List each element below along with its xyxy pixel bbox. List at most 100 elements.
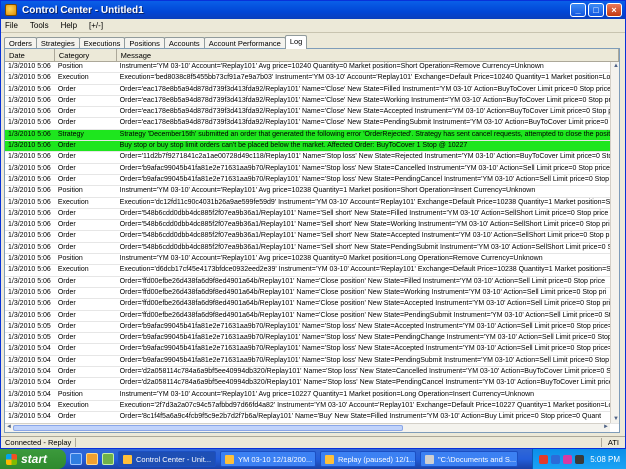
- cell-message: Order='548b6cdd0dbb4dc885f2f07ea9b36a1/R…: [119, 243, 619, 251]
- table-row[interactable]: 1/3/2010 5:06 Order Order='ffd00efbe26d438…: [5, 311, 619, 322]
- tab-log[interactable]: Log: [284, 35, 308, 49]
- cell-date: 1/3/2010 5:06: [8, 153, 51, 161]
- table-row[interactable]: 1/3/2010 5:06 Execution Execution='d6dcb17…: [5, 265, 619, 277]
- table-row[interactable]: 1/3/2010 5:04 Order Order='b9afac99045b41f…: [5, 356, 619, 368]
- horizontal-scrollbar[interactable]: ◄ ►: [5, 423, 610, 432]
- cell-date: 1/3/2010 5:06: [8, 85, 51, 93]
- table-row[interactable]: 1/3/2010 5:06 Order Order='548b6cdd0dbb4dc…: [5, 243, 619, 255]
- start-label: start: [21, 452, 48, 466]
- table-row[interactable]: 1/3/2010 5:06 Order Order='11d2b7f9271841c…: [5, 152, 619, 164]
- cell-message: Execution='2f7d3a2a07c94c57afbbd97d66fd4…: [119, 401, 613, 409]
- scroll-up-icon[interactable]: ▲: [613, 63, 619, 69]
- table-row[interactable]: 1/3/2010 5:06 Order Order='b9afac99045b41f…: [5, 175, 619, 187]
- header-date[interactable]: Date: [5, 49, 55, 61]
- table-row[interactable]: 1/3/2010 5:06 Order Order='ffd00efbe26d438…: [5, 288, 619, 300]
- table-row[interactable]: 1/3/2010 5:06 Order Order='eac178e8b5a94d8…: [5, 118, 619, 130]
- cell-message: Order='b9afac99045b41fa81e2e71631aa9b70/…: [119, 164, 614, 172]
- cell-category: Order: [57, 142, 76, 150]
- vertical-scrollbar[interactable]: ▲ ▼: [610, 62, 619, 423]
- table-row[interactable]: 1/3/2010 5:06 Order Order='548b6cdd0dbb4dc…: [5, 231, 619, 243]
- cell-date: 1/3/2010 5:06: [8, 142, 51, 150]
- table-row[interactable]: 1/3/2010 5:06 Order Order='eac178e8b5a94d8…: [5, 107, 619, 119]
- cell-date: 1/3/2010 5:05: [8, 334, 51, 342]
- task-label: "C:\Documents and S...: [438, 454, 517, 464]
- table-row[interactable]: 1/3/2010 5:04 Position Instrument='YM 03-1…: [5, 390, 619, 401]
- window-title: Control Center - Untitled1: [22, 4, 144, 16]
- table-row[interactable]: 1/3/2010 5:06 Order Buy stop or buy stop l…: [5, 141, 619, 153]
- cell-date: 1/3/2010 5:04: [8, 345, 51, 353]
- cell-category: Order: [57, 209, 76, 217]
- menu-tools[interactable]: Tools: [30, 21, 49, 30]
- horizontal-scroll-thumb[interactable]: [13, 425, 403, 431]
- table-row[interactable]: 1/3/2010 5:04 Order Order='b9afac99045b41f…: [5, 344, 619, 356]
- grid-header: Date Category Message: [5, 49, 619, 62]
- table-row[interactable]: 1/3/2010 5:05 Order Order='b9afac99045b41f…: [5, 333, 619, 345]
- table-row[interactable]: 1/3/2010 5:06 Order Order='b9afac99045b41f…: [5, 164, 619, 175]
- table-row[interactable]: 1/3/2010 5:06 Execution Execution='bed8038…: [5, 73, 619, 85]
- cell-message: Order='ffd00efbe26d438fa6d9f8ed4901a64b/…: [119, 300, 614, 308]
- media-icon[interactable]: [102, 453, 114, 465]
- cell-category: Order: [57, 334, 76, 342]
- status-bar: Connected - Replay ATI: [1, 436, 625, 448]
- menu-file[interactable]: File: [5, 21, 18, 30]
- minimize-button[interactable]: _: [570, 3, 586, 17]
- browser-icon[interactable]: [86, 453, 98, 465]
- title-bar[interactable]: Control Center - Untitled1 _ □ ×: [1, 1, 625, 19]
- table-row[interactable]: 1/3/2010 5:06 Order Order='eac178e8b5a94d8…: [5, 96, 619, 108]
- cell-message: Order='d2a058114c784a6a9bf5ee40994db320/…: [119, 379, 619, 387]
- cell-date: 1/3/2010 5:06: [8, 221, 51, 229]
- close-button[interactable]: ×: [606, 3, 622, 17]
- show-desktop-icon[interactable]: [70, 453, 82, 465]
- table-row[interactable]: 1/3/2010 5:04 Order Order='d2a058114c784a6…: [5, 367, 619, 379]
- menu-help[interactable]: Help: [61, 21, 77, 30]
- scroll-right-icon[interactable]: ►: [603, 424, 609, 430]
- mail-icon[interactable]: [563, 454, 573, 464]
- table-row[interactable]: 1/3/2010 5:06 Order Order='ffd00efbe26d438…: [5, 277, 619, 288]
- table-row[interactable]: 1/3/2010 5:06 Order Order='ffd00efbe26d438…: [5, 299, 619, 311]
- cell-message: Order='b9afac99045b41fa81e2e71631aa9b70/…: [119, 175, 619, 183]
- cell-date: 1/3/2010 5:06: [8, 164, 51, 172]
- task-control-center[interactable]: Control Center - Unit...: [118, 451, 216, 467]
- cell-date: 1/3/2010 5:05: [8, 322, 51, 330]
- cell-category: Order: [57, 221, 76, 229]
- antivirus-icon[interactable]: [539, 454, 549, 464]
- table-row[interactable]: 1/3/2010 5:06 Position Instrument='YM 03-1…: [5, 186, 619, 198]
- table-row[interactable]: 1/3/2010 5:06 Position Instrument='YM 03-1…: [5, 254, 619, 266]
- task-replay[interactable]: Replay (paused) 12/1...: [320, 451, 416, 467]
- cell-date: 1/3/2010 5:06: [8, 266, 51, 274]
- table-row[interactable]: 1/3/2010 5:04 Execution Execution='2f7d3a2…: [5, 401, 619, 413]
- header-category[interactable]: Category: [55, 49, 117, 61]
- table-row[interactable]: 1/3/2010 5:06 Order Order='eac178e8b5a94d8…: [5, 85, 619, 96]
- task-documents[interactable]: "C:\Documents and S...: [420, 451, 518, 467]
- replay-icon: [325, 454, 334, 464]
- cell-category: Order: [57, 119, 76, 127]
- volume-icon[interactable]: [575, 454, 585, 464]
- control-center-icon: [123, 454, 132, 464]
- table-row[interactable]: 1/3/2010 5:04 Order Order='8c1f4f5a6a9c4fc…: [5, 412, 619, 424]
- table-row[interactable]: 1/3/2010 5:04 Order Order='d2a058114c784a6…: [5, 378, 619, 390]
- scroll-left-icon[interactable]: ◄: [6, 424, 12, 430]
- cell-category: Order: [57, 413, 76, 421]
- system-tray: 5:08 PM: [532, 449, 626, 469]
- cell-date: 1/3/2010 5:06: [8, 198, 51, 206]
- task-label: Replay (paused) 12/1...: [338, 454, 416, 464]
- table-row[interactable]: 1/3/2010 5:05 Order Order='b9afac99045b41f…: [5, 322, 619, 334]
- network-icon[interactable]: [551, 454, 561, 464]
- table-row[interactable]: 1/3/2010 5:06 Strategy Strategy 'December1…: [5, 129, 619, 142]
- control-center-window: Control Center - Untitled1 _ □ × File To…: [0, 0, 626, 449]
- maximize-button[interactable]: □: [588, 3, 604, 17]
- scroll-down-icon[interactable]: ▼: [613, 416, 619, 422]
- cell-category: Position: [57, 390, 83, 398]
- task-chart[interactable]: YM 03-10 12/18/200...: [220, 451, 316, 467]
- table-row[interactable]: 1/3/2010 5:06 Execution Execution='dc12fd1…: [5, 198, 619, 209]
- cell-category: Execution: [57, 198, 89, 206]
- table-row[interactable]: 1/3/2010 5:06 Order Order='548b6cdd0dbb4dc…: [5, 209, 619, 221]
- menu-toggle[interactable]: [+/-]: [89, 21, 103, 30]
- start-button[interactable]: start: [0, 449, 66, 469]
- table-row[interactable]: 1/3/2010 5:06 Position Instrument='YM 03-1…: [5, 62, 619, 74]
- cell-message: Order='548b6cdd0dbb4dc885f2f07ea9b36a1/R…: [119, 209, 609, 217]
- clock[interactable]: 5:08 PM: [590, 455, 620, 464]
- table-row[interactable]: 1/3/2010 5:06 Order Order='548b6cdd0dbb4dc…: [5, 220, 619, 232]
- cell-category: Order: [57, 356, 76, 364]
- header-message[interactable]: Message: [117, 49, 619, 61]
